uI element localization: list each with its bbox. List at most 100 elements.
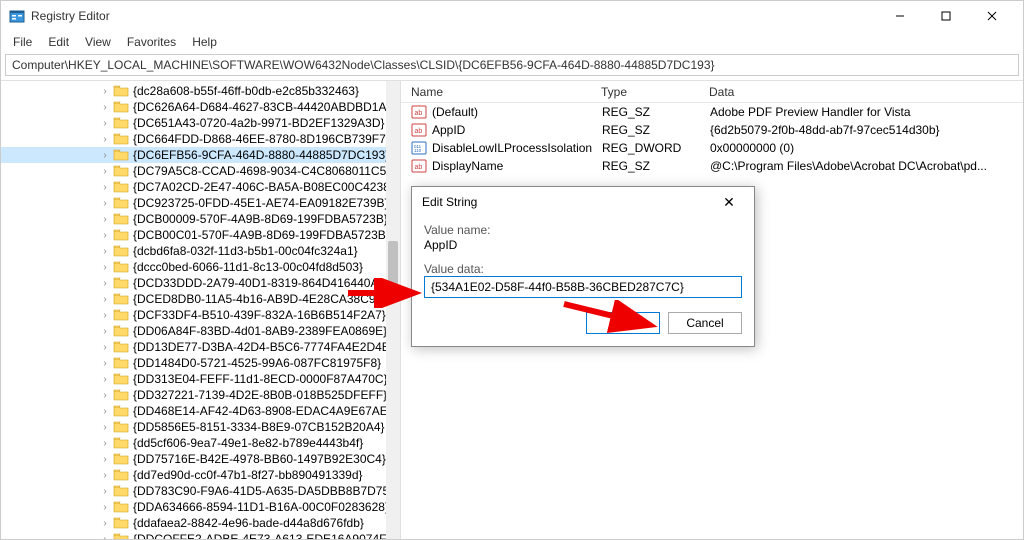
menu-edit[interactable]: Edit	[40, 33, 77, 51]
value-type: REG_DWORD	[602, 141, 710, 155]
tree-item[interactable]: › {DD327221-7139-4D2E-8B0B-018B525DFEFF}	[1, 387, 400, 403]
tree-item-label: {DC923725-0FDD-45E1-AE74-EA09182E739B}	[133, 196, 389, 210]
chevron-right-icon[interactable]: ›	[99, 182, 111, 193]
tree-item[interactable]: ›{dccc0bed-6066-11d1-8c13-00c04fd8d503}	[1, 259, 400, 275]
tree-item[interactable]: › {DC923725-0FDD-45E1-AE74-EA09182E739B}	[1, 195, 400, 211]
chevron-right-icon[interactable]: ›	[99, 166, 111, 177]
menu-help[interactable]: Help	[184, 33, 225, 51]
chevron-right-icon[interactable]: ›	[99, 502, 111, 513]
maximize-button[interactable]	[923, 1, 969, 31]
tree-item[interactable]: ›{DD468E14-AF42-4D63-8908-EDAC4A9E67AE}	[1, 403, 400, 419]
listview-row[interactable]: 011110DisableLowILProcessIsolationREG_DW…	[401, 139, 1023, 157]
tree-item[interactable]: › {dd5cf606-9ea7-49e1-8e82-b789e4443b4f}	[1, 435, 400, 451]
tree-item-label: {DD327221-7139-4D2E-8B0B-018B525DFEFF}	[133, 388, 387, 402]
chevron-right-icon[interactable]: ›	[99, 198, 111, 209]
listview-row[interactable]: ab(Default)REG_SZAdobe PDF Preview Handl…	[401, 103, 1023, 121]
tree-item[interactable]: ›{DD13DE77-D3BA-42D4-B5C6-7774FA4E2D4B}	[1, 339, 400, 355]
titlebar: Registry Editor	[1, 1, 1023, 31]
menu-view[interactable]: View	[77, 33, 119, 51]
chevron-right-icon[interactable]: ›	[99, 390, 111, 401]
tree-item[interactable]: › {DCB00C01-570F-4A9B-8D69-199FDBA5723B}	[1, 227, 400, 243]
tree-scrollbar[interactable]	[386, 81, 400, 539]
minimize-button[interactable]	[877, 1, 923, 31]
tree-item[interactable]: ›{DC626A64-D684-4627-83CB-44420ABDBD1A}	[1, 99, 400, 115]
svg-text:ab: ab	[415, 164, 423, 171]
value-data: Adobe PDF Preview Handler for Vista	[710, 105, 1023, 119]
tree-item[interactable]: ›{DD313E04-FEFF-11d1-8ECD-0000F87A470C}	[1, 371, 400, 387]
tree-item-label: {dd5cf606-9ea7-49e1-8e82-b789e4443b4f}	[133, 436, 363, 450]
column-type[interactable]: Type	[601, 85, 709, 99]
tree-pane: ›{dc28a608-b55f-46ff-b0db-e2c85b332463}›…	[1, 81, 401, 539]
address-text: Computer\HKEY_LOCAL_MACHINE\SOFTWARE\WOW…	[12, 58, 715, 72]
menu-file[interactable]: File	[5, 33, 40, 51]
chevron-right-icon[interactable]: ›	[99, 246, 111, 257]
chevron-right-icon[interactable]: ›	[99, 486, 111, 497]
tree-item[interactable]: › {DCED8DB0-11A5-4b16-AB9D-4E28CA38C99F}	[1, 291, 400, 307]
chevron-right-icon[interactable]: ›	[99, 374, 111, 385]
chevron-right-icon[interactable]: ›	[99, 310, 111, 321]
cancel-button[interactable]: Cancel	[668, 312, 742, 334]
chevron-right-icon[interactable]: ›	[99, 534, 111, 540]
listview-header: Name Type Data	[401, 81, 1023, 103]
tree-item-label: {dcbd6fa8-032f-11d3-b5b1-00c04fc324a1}	[133, 244, 358, 258]
chevron-right-icon[interactable]: ›	[99, 134, 111, 145]
column-name[interactable]: Name	[401, 85, 601, 99]
value-name-label: Value name:	[424, 223, 742, 237]
close-button[interactable]	[969, 1, 1015, 31]
value-data: 0x00000000 (0)	[710, 141, 1023, 155]
tree-item[interactable]: ›{DCD33DDD-2A79-40D1-8319-864D416440AA}	[1, 275, 400, 291]
chevron-right-icon[interactable]: ›	[99, 342, 111, 353]
tree-item-label: {DCED8DB0-11A5-4b16-AB9D-4E28CA38C99F}	[133, 292, 394, 306]
value-type: REG_SZ	[602, 105, 710, 119]
address-bar[interactable]: Computer\HKEY_LOCAL_MACHINE\SOFTWARE\WOW…	[5, 54, 1019, 76]
chevron-right-icon[interactable]: ›	[99, 278, 111, 289]
tree-item-label: {DDA634666-8594-11D1-B16A-00C0F0283628}	[133, 500, 389, 514]
tree-item[interactable]: ›{DD75716E-B42E-4978-BB60-1497B92E30C4}	[1, 451, 400, 467]
value-data: @C:\Program Files\Adobe\Acrobat DC\Acrob…	[710, 159, 1023, 173]
chevron-right-icon[interactable]: ›	[99, 358, 111, 369]
chevron-right-icon[interactable]: ›	[99, 326, 111, 337]
tree-item[interactable]: ›{DC664FDD-D868-46EE-8780-8D196CB739F7}	[1, 131, 400, 147]
tree-item-label: {dc28a608-b55f-46ff-b0db-e2c85b332463}	[133, 84, 359, 98]
tree-item[interactable]: ›{ddafaea2-8842-4e96-bade-d44a8d676fdb}	[1, 515, 400, 531]
menu-favorites[interactable]: Favorites	[119, 33, 184, 51]
tree-item[interactable]: ›{DDCOFFE2-ADBE-4E73-A613-EDE16A9074FA}	[1, 531, 400, 539]
value-data-input[interactable]	[424, 276, 742, 298]
tree-item[interactable]: ›{DC79A5C8-CCAD-4698-9034-C4C8068011C5}	[1, 163, 400, 179]
listview-row[interactable]: abDisplayNameREG_SZ@C:\Program Files\Ado…	[401, 157, 1023, 175]
chevron-right-icon[interactable]: ›	[99, 470, 111, 481]
tree-item[interactable]: ›{DC6EFB56-9CFA-464D-8880-44885D7DC193}	[1, 147, 400, 163]
tree-item[interactable]: ›{DCB00009-570F-4A9B-8D69-199FDBA5723B}	[1, 211, 400, 227]
tree-item[interactable]: ›{DD783C90-F9A6-41D5-A635-DA5DBB8B7D75}	[1, 483, 400, 499]
chevron-right-icon[interactable]: ›	[99, 422, 111, 433]
chevron-right-icon[interactable]: ›	[99, 518, 111, 529]
tree-item[interactable]: ›{DC7A02CD-2E47-406C-BA5A-B08EC00C4238}	[1, 179, 400, 195]
chevron-right-icon[interactable]: ›	[99, 294, 111, 305]
chevron-right-icon[interactable]: ›	[99, 118, 111, 129]
ok-button[interactable]: OK	[586, 312, 660, 334]
tree-item[interactable]: ›{dd7ed90d-cc0f-47b1-8f27-bb890491339d}	[1, 467, 400, 483]
chevron-right-icon[interactable]: ›	[99, 406, 111, 417]
tree-item[interactable]: ›{DD1484D0-5721-4525-99A6-087FC81975F8}	[1, 355, 400, 371]
column-data[interactable]: Data	[709, 85, 1023, 99]
tree-item[interactable]: › {dc28a608-b55f-46ff-b0db-e2c85b332463}	[1, 83, 400, 99]
tree-item[interactable]: ›{DC651A43-0720-4a2b-9971-BD2EF1329A3D}	[1, 115, 400, 131]
chevron-right-icon[interactable]: ›	[99, 438, 111, 449]
chevron-right-icon[interactable]: ›	[99, 102, 111, 113]
tree-item[interactable]: ›{DCF33DF4-B510-439F-832A-16B6B514F2A7}	[1, 307, 400, 323]
chevron-right-icon[interactable]: ›	[99, 230, 111, 241]
tree-item[interactable]: › {dcbd6fa8-032f-11d3-b5b1-00c04fc324a1}	[1, 243, 400, 259]
dialog-close-button[interactable]: ✕	[714, 194, 744, 211]
tree-item[interactable]: ›{DD06A84F-83BD-4d01-8AB9-2389FEA0869E}	[1, 323, 400, 339]
chevron-right-icon[interactable]: ›	[99, 262, 111, 273]
chevron-right-icon[interactable]: ›	[99, 214, 111, 225]
chevron-right-icon[interactable]: ›	[99, 454, 111, 465]
scroll-thumb[interactable]	[388, 241, 398, 301]
tree-item-label: {DCB00C01-570F-4A9B-8D69-199FDBA5723B}	[133, 228, 390, 242]
tree-item[interactable]: › {DDA634666-8594-11D1-B16A-00C0F0283628}	[1, 499, 400, 515]
chevron-right-icon[interactable]: ›	[99, 150, 111, 161]
value-name: (Default)	[432, 105, 602, 119]
chevron-right-icon[interactable]: ›	[99, 86, 111, 97]
tree-item[interactable]: ›{DD5856E5-8151-3334-B8E9-07CB152B20A4}	[1, 419, 400, 435]
listview-row[interactable]: abAppIDREG_SZ{6d2b5079-2f0b-48dd-ab7f-97…	[401, 121, 1023, 139]
